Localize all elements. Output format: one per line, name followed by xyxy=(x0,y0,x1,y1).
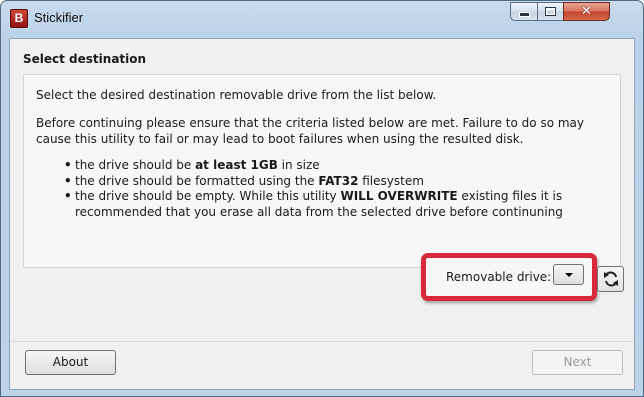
title-bar[interactable]: B Stickifier ✕ xyxy=(1,1,643,37)
wizard-client-area: Select destination Select the desired de… xyxy=(9,38,635,390)
page-title: Select destination xyxy=(23,52,147,66)
warning-text: Before continuing please ensure that the… xyxy=(36,116,584,146)
intro-text: Select the desired destination removable… xyxy=(36,88,437,102)
app-logo-icon: B xyxy=(10,9,28,28)
app-window: B Stickifier ✕ Select destination Select… xyxy=(0,0,644,397)
window-title: Stickifier xyxy=(34,10,84,25)
instructions-panel: Select the desired destination removable… xyxy=(23,74,624,301)
wizard-header: Select destination xyxy=(10,39,634,73)
removable-drive-label: Removable drive: xyxy=(446,270,552,284)
list-item: the drive should be empty. While this ut… xyxy=(64,189,604,220)
maximize-button[interactable] xyxy=(537,2,564,21)
maximize-icon xyxy=(545,7,556,16)
footer-divider xyxy=(10,341,634,342)
removable-drive-dropdown[interactable] xyxy=(553,264,584,285)
chevron-down-icon xyxy=(564,272,573,277)
refresh-drives-button[interactable] xyxy=(597,266,624,292)
about-button[interactable]: About xyxy=(25,350,116,375)
criteria-list: the drive should be at least 1GB in size… xyxy=(64,158,604,220)
list-item: the drive should be formatted using the … xyxy=(64,174,604,190)
minimize-button[interactable] xyxy=(510,2,538,21)
list-item: the drive should be at least 1GB in size xyxy=(64,158,604,174)
next-button[interactable]: Next xyxy=(532,350,623,375)
drive-selector-highlight: Removable drive: xyxy=(421,253,597,301)
close-icon: ✕ xyxy=(581,4,592,19)
close-button[interactable]: ✕ xyxy=(563,2,610,21)
refresh-icon xyxy=(603,271,618,287)
minimize-icon xyxy=(518,12,530,17)
